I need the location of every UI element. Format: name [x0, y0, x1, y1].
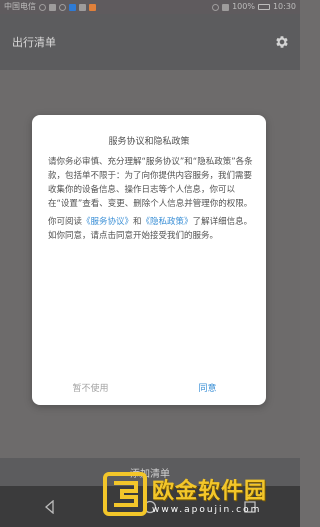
reject-button[interactable]: 暂不使用 [32, 381, 149, 397]
signal-icon [39, 3, 46, 11]
dialog-body: 请你务必审慎、充分理解“服务协议”和“隐私政策”各条款，包括单不限于：为了向你提… [48, 155, 254, 247]
page-title: 出行清单 [12, 36, 56, 49]
status-right: 100% 10:30 [212, 0, 296, 14]
status-bar: 中国电信 100% 10:30 [0, 0, 300, 14]
image-notification-icon [79, 3, 86, 11]
add-list-button[interactable]: 添加清单 [0, 458, 300, 486]
and-text: 和 [133, 217, 142, 227]
battery-icon [257, 4, 270, 10]
add-list-label: 添加清单 [130, 468, 170, 480]
privacy-policy-link[interactable]: 《隐私政策》 [142, 217, 193, 227]
dialog-title: 服务协议和隐私政策 [108, 137, 190, 147]
dialog-paragraph-1: 请你务必审慎、充分理解“服务协议”和“隐私政策”各条款，包括单不限于：为了向你提… [48, 157, 253, 209]
status-time: 10:30 [272, 2, 296, 11]
system-nav-bar [0, 486, 300, 527]
dialog-buttons: 暂不使用 同意 [32, 381, 266, 397]
app-bar: 出行清单 [0, 14, 300, 70]
wifi-icon [222, 3, 230, 11]
home-icon[interactable] [143, 500, 157, 514]
back-icon[interactable] [43, 499, 57, 514]
alarm-icon [212, 3, 220, 11]
battery-percent: 100% [232, 2, 255, 11]
privacy-dialog: 服务协议和隐私政策 请你务必审慎、充分理解“服务协议”和“隐私政策”各条款，包括… [32, 115, 266, 405]
app-notification-icon [69, 3, 76, 11]
notification-icon [49, 3, 56, 11]
location-icon [59, 3, 66, 11]
dialog-paragraph-2: 你可阅读《服务协议》和《隐私政策》了解详细信息。如你同意，请点击同意开始接受我们… [48, 215, 254, 243]
status-left: 中国电信 [4, 0, 96, 14]
message-notification-icon [89, 3, 96, 11]
recents-icon[interactable] [243, 500, 257, 514]
service-agreement-link[interactable]: 《服务协议》 [82, 217, 133, 227]
agree-button[interactable]: 同意 [149, 381, 266, 397]
gear-icon[interactable] [274, 34, 290, 50]
read-prefix: 你可阅读 [48, 217, 83, 227]
carrier-label: 中国电信 [4, 2, 36, 11]
